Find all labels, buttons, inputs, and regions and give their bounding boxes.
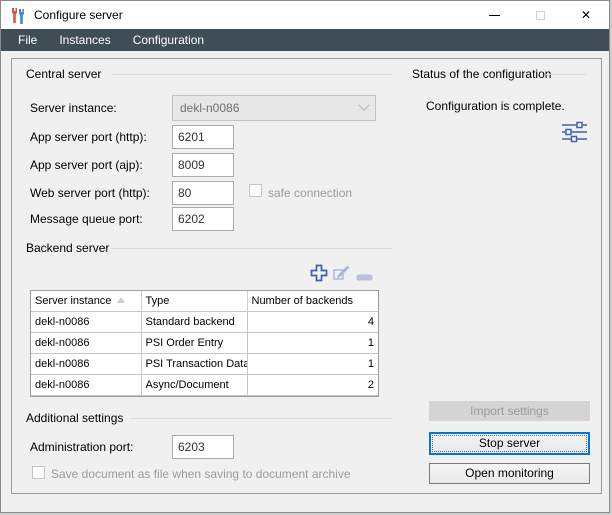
cell-type: PSI Transaction Data: [141, 353, 247, 374]
app-server-http-label: App server port (http):: [30, 130, 147, 144]
remove-backend-icon: [356, 270, 373, 284]
col-header-number-of-backends[interactable]: Number of backends: [247, 291, 378, 311]
app-server-ajp-label: App server port (ajp):: [30, 158, 143, 172]
backend-server-group-label: Backend server: [26, 241, 109, 255]
close-button[interactable]: ✕: [563, 1, 609, 29]
message-queue-label: Message queue port:: [30, 212, 143, 226]
maximize-button: [517, 1, 563, 29]
status-message: Configuration is complete.: [426, 99, 565, 113]
title-bar: Configure server ✕: [1, 1, 609, 29]
central-server-group-line: [112, 74, 392, 75]
menu-file[interactable]: File: [7, 29, 48, 51]
chevron-down-icon: [358, 100, 369, 111]
minimize-button[interactable]: [471, 1, 517, 29]
cell-server-instance: dekl-n0086: [31, 311, 141, 332]
cell-backend-count: 1: [247, 353, 378, 374]
configure-server-dialog: Configure server ✕ File Instances Config…: [0, 0, 610, 513]
stop-server-button[interactable]: Stop server: [429, 432, 590, 455]
web-server-http-input[interactable]: [172, 181, 234, 205]
save-document-checkbox: [32, 466, 45, 479]
table-header-row: Server instance Type Number of backends: [31, 291, 378, 311]
additional-settings-group-line: [130, 418, 392, 419]
web-server-http-label: Web server port (http):: [30, 186, 150, 200]
open-monitoring-button[interactable]: Open monitoring: [429, 463, 590, 484]
server-instance-label: Server instance:: [30, 101, 117, 115]
cell-backend-count: 1: [247, 332, 378, 353]
cell-type: PSI Order Entry: [141, 332, 247, 353]
col-header-server-instance[interactable]: Server instance: [31, 291, 141, 311]
cell-type: Standard backend: [141, 311, 247, 332]
message-queue-input[interactable]: [172, 207, 234, 231]
main-panel: Central server Server instance: dekl-n00…: [11, 58, 602, 494]
col-header-type[interactable]: Type: [141, 291, 247, 311]
cell-backend-count: 4: [247, 311, 378, 332]
window-title: Configure server: [34, 8, 123, 22]
add-backend-icon[interactable]: [309, 263, 329, 286]
tools-app-icon: [9, 7, 26, 24]
edit-backend-icon: [332, 264, 350, 285]
cell-server-instance: dekl-n0086: [31, 374, 141, 395]
table-row[interactable]: dekl-n0086 Async/Document 2: [31, 374, 378, 395]
menu-configuration[interactable]: Configuration: [122, 29, 215, 51]
backend-server-group-line: [110, 248, 392, 249]
server-instance-value: dekl-n0086: [180, 101, 239, 115]
menu-instances[interactable]: Instances: [48, 29, 121, 51]
cell-server-instance: dekl-n0086: [31, 332, 141, 353]
cell-type: Async/Document: [141, 374, 247, 395]
app-server-ajp-input[interactable]: [172, 153, 234, 177]
additional-settings-group-label: Additional settings: [26, 411, 123, 425]
menu-bar: File Instances Configuration: [1, 29, 609, 51]
status-group-line: [546, 74, 586, 75]
administration-port-label: Administration port:: [30, 440, 133, 454]
administration-port-input[interactable]: [172, 435, 234, 459]
sort-ascending-icon: [117, 297, 125, 303]
caption-buttons: ✕: [471, 1, 609, 29]
safe-connection-label: safe connection: [268, 186, 352, 200]
table-row[interactable]: dekl-n0086 Standard backend 4: [31, 311, 378, 332]
central-server-group-label: Central server: [26, 67, 101, 81]
app-server-http-input[interactable]: [172, 125, 234, 149]
status-group-label: Status of the configuration: [412, 67, 551, 81]
server-instance-select: dekl-n0086: [172, 95, 376, 121]
cell-server-instance: dekl-n0086: [31, 353, 141, 374]
table-row[interactable]: dekl-n0086 PSI Order Entry 1: [31, 332, 378, 353]
backend-table: Server instance Type Number of backends …: [30, 290, 379, 397]
safe-connection-checkbox: [249, 184, 262, 197]
configuration-sliders-icon[interactable]: [561, 121, 588, 146]
cell-backend-count: 2: [247, 374, 378, 395]
import-settings-button: Import settings: [429, 401, 590, 421]
save-document-label: Save document as file when saving to doc…: [51, 467, 351, 481]
table-row[interactable]: dekl-n0086 PSI Transaction Data 1: [31, 353, 378, 374]
